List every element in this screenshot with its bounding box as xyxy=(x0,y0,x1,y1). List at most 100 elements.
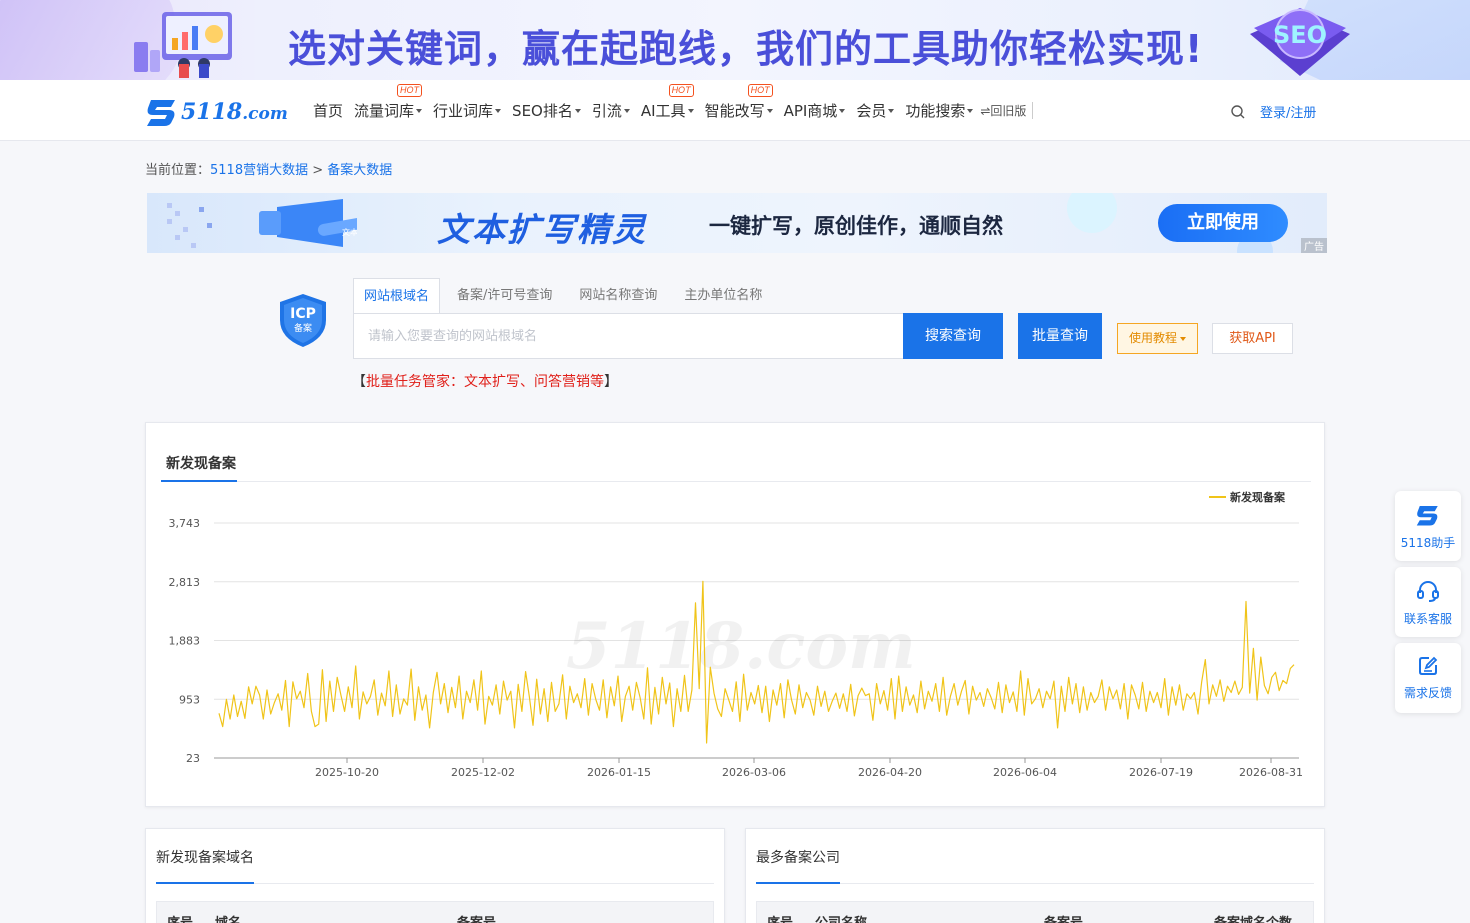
batch-search-button[interactable]: 批量查询 xyxy=(1018,313,1102,359)
nav-menu: 首页 HOT 流量词库 行业词库 SEO排名 引流 HOT AI工具 HOT 智能改写… xyxy=(313,80,1044,141)
side-label: 需求反馈 xyxy=(1403,686,1452,700)
nav-item-traffic-words[interactable]: HOT 流量词库 xyxy=(354,84,423,121)
decorative-sphere xyxy=(1067,193,1117,233)
y-tick-label: 1,883 xyxy=(169,635,201,648)
side-toolbar: 5118助手 联系客服 需求反馈 xyxy=(1395,491,1461,719)
seo-badge-icon: SEO xyxy=(1250,8,1350,76)
x-tick-label: 2026-04-20 xyxy=(858,766,922,779)
panel-title: 新发现备案 xyxy=(166,456,236,472)
nav-item-home[interactable]: 首页 xyxy=(313,100,343,121)
search-button[interactable]: 搜索查询 xyxy=(903,313,1003,359)
column-header: 备案域名个数 xyxy=(1214,912,1292,923)
table-header: 序号 域名 备案号 xyxy=(156,901,714,923)
ad-use-now-button[interactable]: 立即使用 xyxy=(1158,204,1288,242)
caret-down-icon xyxy=(766,108,773,113)
panel-title: 新发现备案域名 xyxy=(156,850,254,866)
active-tab-underline xyxy=(156,882,254,884)
hot-badge: HOT xyxy=(668,84,694,97)
nav-item-api-store[interactable]: API商城 xyxy=(784,100,846,121)
feedback-button[interactable]: 需求反馈 xyxy=(1395,643,1461,713)
logo-icon xyxy=(1416,506,1438,526)
ad-subtitle: 一键扩写，原创佳作，通顺自然 xyxy=(709,214,1003,238)
column-header: 公司名称 xyxy=(815,912,867,923)
x-tick-label: 2026-07-19 xyxy=(1129,766,1193,779)
get-api-button[interactable]: 获取API xyxy=(1212,323,1293,354)
caret-down-icon xyxy=(574,108,581,113)
logo-icon xyxy=(147,100,175,126)
y-tick-label: 953 xyxy=(179,693,200,706)
tab-license-number[interactable]: 备案/许可号查询 xyxy=(447,278,562,314)
chart-watermark: 5118.com xyxy=(566,609,916,684)
site-logo[interactable]: 5118.com xyxy=(145,96,288,128)
caret-down-icon xyxy=(967,108,974,113)
panel-title: 最多备案公司 xyxy=(756,850,840,866)
x-tick-label: 2025-12-02 xyxy=(451,766,515,779)
icp-sub-label: 备案 xyxy=(294,322,312,334)
top-companies-panel: 最多备案公司 序号 公司名称 备案号 备案域名个数 xyxy=(745,828,1325,923)
breadcrumb-separator: > xyxy=(312,163,324,178)
caret-down-icon xyxy=(687,108,694,113)
login-register-link[interactable]: 登录/注册 xyxy=(1260,102,1316,121)
nav-item-feature-search[interactable]: 功能搜索 xyxy=(905,100,974,121)
logo-text: 5118.com xyxy=(181,99,288,125)
column-header: 域名 xyxy=(215,912,241,923)
x-tick-label: 2026-06-04 xyxy=(993,766,1057,779)
caret-down-icon xyxy=(1180,336,1186,341)
x-tick-label: 2026-01-15 xyxy=(587,766,651,779)
caret-down-icon xyxy=(495,108,502,113)
y-tick-label: 3,743 xyxy=(169,517,201,530)
megaphone-illustration-icon: 文本扩写 xyxy=(167,199,357,248)
search-tabs: 网站根域名 备案/许可号查询 网站名称查询 主办单位名称 xyxy=(353,278,779,314)
tab-site-name[interactable]: 网站名称查询 xyxy=(569,278,667,314)
batch-task-promo-link[interactable]: 【批量任务管家：文本扩写、问答营销等】 xyxy=(352,371,618,391)
nav-item-traffic[interactable]: 引流 xyxy=(592,100,630,121)
side-label: 联系客服 xyxy=(1403,612,1452,626)
domain-search-input[interactable] xyxy=(353,313,904,359)
caret-down-icon xyxy=(623,108,630,113)
seo-badge-text: SEO xyxy=(1273,21,1327,49)
main-navbar: 5118.com 首页 HOT 流量词库 行业词库 SEO排名 引流 HOT AI工… xyxy=(0,80,1470,141)
caret-down-icon xyxy=(416,108,423,113)
tutorial-dropdown-button[interactable]: 使用教程 xyxy=(1117,323,1198,354)
x-tick-label: 2026-08-31 xyxy=(1239,766,1303,779)
active-tab-underline xyxy=(161,480,237,482)
line-chart[interactable]: 5118.com 新发现备案 23 953 1,883 2,813 3,743 2025-… xyxy=(146,483,1326,803)
caret-down-icon xyxy=(888,108,895,113)
customer-service-button[interactable]: 联系客服 xyxy=(1395,567,1461,637)
search-icon[interactable] xyxy=(1230,104,1246,120)
column-header: 备案号 xyxy=(1044,912,1083,923)
ad-tag: 广告 xyxy=(1301,238,1327,253)
divider xyxy=(161,481,1311,482)
headset-icon xyxy=(1417,581,1439,602)
x-tick-label: 2026-03-06 xyxy=(722,766,786,779)
chart-legend[interactable]: 新发现备案 xyxy=(1209,490,1286,504)
breadcrumb-current-link[interactable]: 备案大数据 xyxy=(327,163,392,178)
ad-banner[interactable]: 文本扩写 文本扩写精灵 一键扩写，原创佳作，通顺自然 立即使用 广告 xyxy=(147,193,1327,253)
ad-deco-text: 文本扩写 xyxy=(342,227,357,237)
nav-item-membership[interactable]: 会员 xyxy=(856,100,895,121)
assistant-button[interactable]: 5118助手 xyxy=(1395,491,1461,561)
analytics-illustration-icon xyxy=(134,12,232,78)
old-version-link[interactable]: ⇌回旧版 xyxy=(980,102,1034,119)
tab-root-domain[interactable]: 网站根域名 xyxy=(353,278,441,314)
y-tick-label: 2,813 xyxy=(169,576,201,589)
y-tick-label: 23 xyxy=(186,752,200,765)
icp-shield-icon: ICP 备案 xyxy=(280,294,326,347)
nav-item-rewrite[interactable]: HOT 智能改写 xyxy=(705,84,773,121)
nav-item-industry-words[interactable]: 行业词库 xyxy=(433,100,502,121)
nav-item-seo-rank[interactable]: SEO排名 xyxy=(512,100,581,121)
top-promo-banner[interactable]: 选对关键词，赢在起跑线，我们的工具助你轻松实现! SEO xyxy=(0,0,1470,80)
hot-badge: HOT xyxy=(397,84,423,97)
column-header: 备案号 xyxy=(457,912,496,923)
legend-label: 新发现备案 xyxy=(1230,490,1286,504)
hot-badge: HOT xyxy=(747,84,773,97)
breadcrumb-home-link[interactable]: 5118营销大数据 xyxy=(210,163,308,178)
active-tab-underline xyxy=(756,882,840,884)
icp-label: ICP xyxy=(290,306,316,322)
caret-down-icon xyxy=(839,108,846,113)
breadcrumb: 当前位置：5118营销大数据 > 备案大数据 xyxy=(145,159,392,178)
tab-organizer-name[interactable]: 主办单位名称 xyxy=(674,278,772,314)
column-header: 序号 xyxy=(167,912,193,923)
nav-item-ai-tools[interactable]: HOT AI工具 xyxy=(641,84,694,121)
banner-slogan: 选对关键词，赢在起跑线，我们的工具助你轻松实现! xyxy=(288,27,1204,71)
